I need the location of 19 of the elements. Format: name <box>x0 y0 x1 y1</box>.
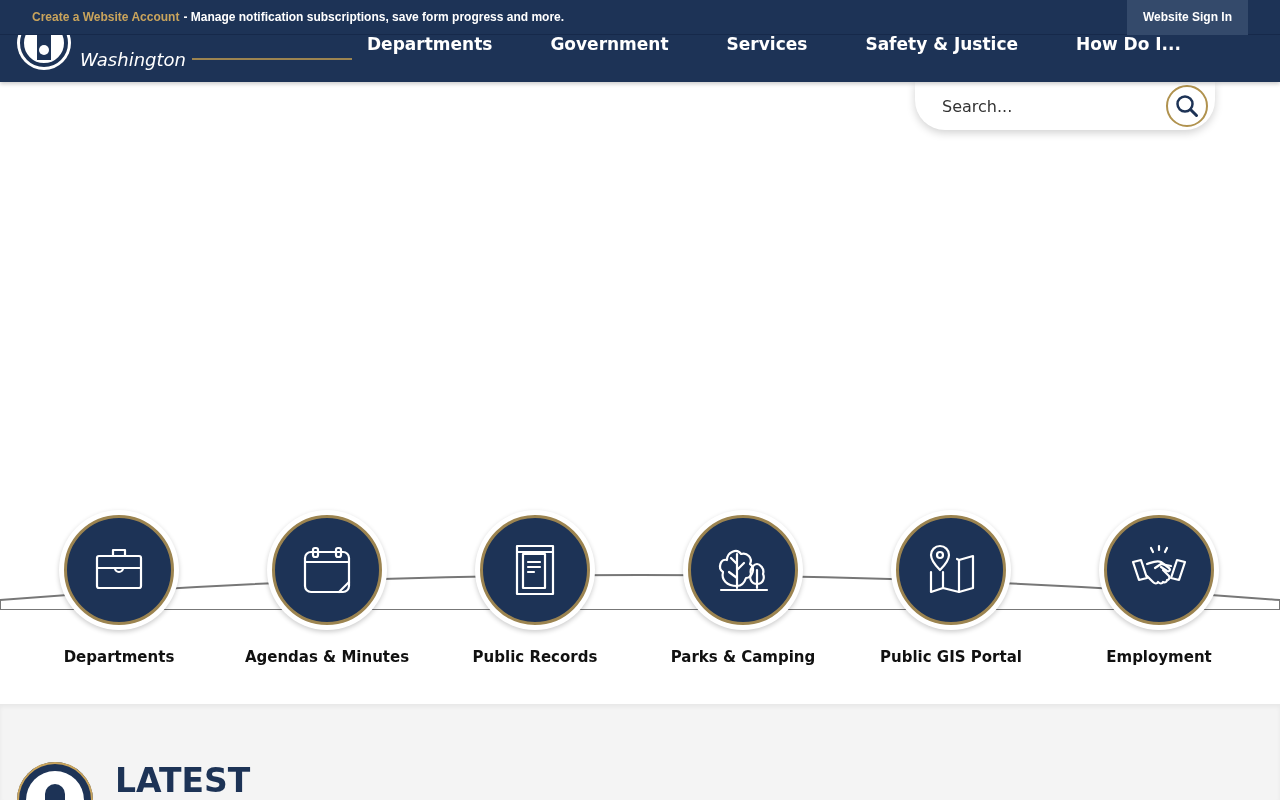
nav-link[interactable]: Departments <box>367 34 493 54</box>
create-account-link[interactable]: Create a Website Account <box>32 10 180 24</box>
notification-message: - Manage notification subscriptions, save form progress and more. <box>183 10 565 24</box>
nav-link[interactable]: Safety & Justice <box>865 34 1018 54</box>
nav-link[interactable]: Government <box>550 34 669 54</box>
county-subtitle: Washington <box>80 49 186 70</box>
quick-link[interactable]: Departments <box>15 510 223 666</box>
quick-link[interactable]: Public GIS Portal <box>847 510 1055 666</box>
sign-in-button[interactable]: Website Sign In <box>1126 0 1248 35</box>
search-button[interactable] <box>1166 85 1208 127</box>
quick-link[interactable]: Public Records <box>431 510 639 666</box>
quick-link[interactable]: Agendas & Minutes <box>223 510 431 666</box>
nav-link[interactable]: How Do I... <box>1076 34 1181 54</box>
quick-link[interactable]: Employment <box>1055 510 1263 666</box>
quick-link[interactable]: Parks & Camping <box>639 510 847 666</box>
search-icon <box>1175 94 1199 118</box>
section-heading: LATEST <box>115 763 251 800</box>
search-field[interactable]: Search... <box>940 95 1166 117</box>
nav-link[interactable]: Services <box>726 34 808 54</box>
